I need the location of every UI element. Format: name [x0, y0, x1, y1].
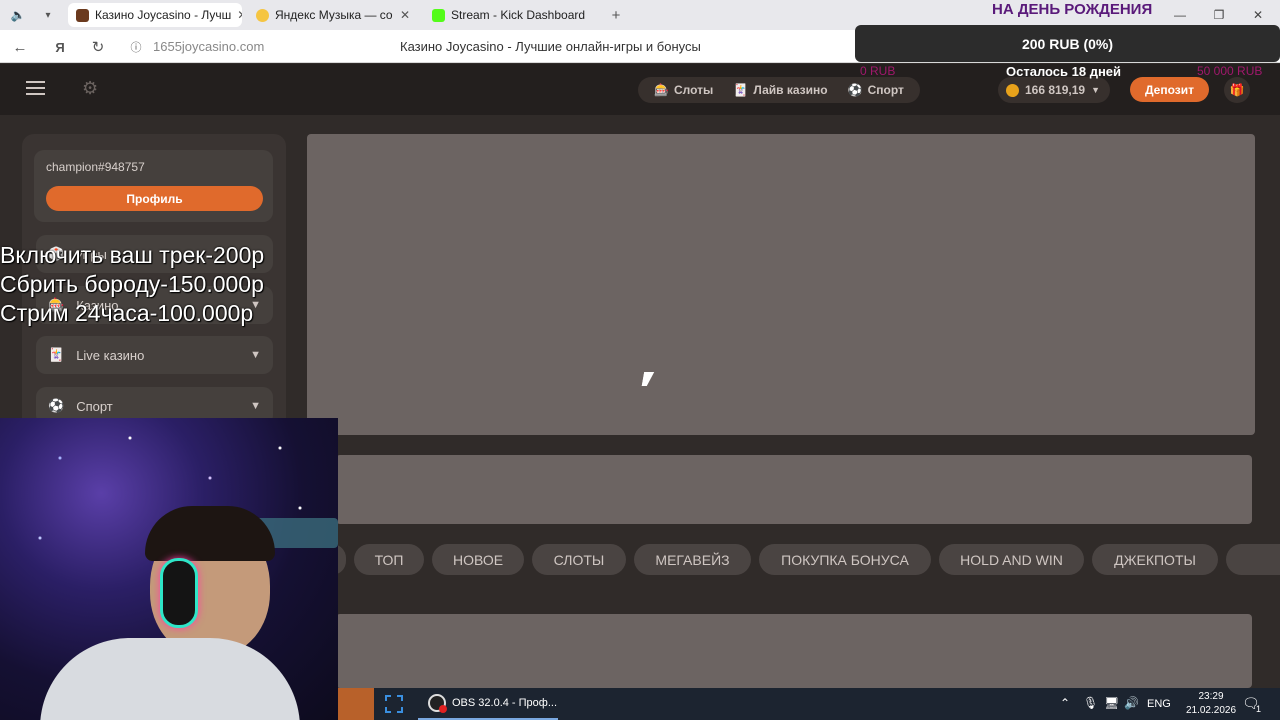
back-icon[interactable]: ←	[10, 37, 30, 57]
category-megaways[interactable]: МЕГАВЕЙЗ	[634, 544, 751, 575]
category-new[interactable]: НОВОЕ	[432, 544, 524, 575]
reload-icon[interactable]: ↻	[88, 37, 108, 57]
overlay-request-1: Включить ваш трек-200р	[0, 242, 265, 268]
donation-goal-bar: 200 RUB (0%)	[855, 25, 1280, 62]
nav-slots[interactable]: 🎰 Слоты	[654, 83, 713, 97]
tab-label: Stream - Kick Dashboard	[451, 8, 586, 22]
category-jackpots[interactable]: ДЖЕКПОТЫ	[1092, 544, 1218, 575]
yandex-music-icon	[256, 8, 269, 22]
games-grid[interactable]	[336, 614, 1252, 688]
category-hold-and-win[interactable]: HOLD AND WIN	[939, 544, 1084, 575]
overlay-request-2: Сбрить бороду-150.000р	[0, 271, 264, 297]
goal-min: 0 RUB	[860, 64, 896, 78]
nav-live-casino[interactable]: 🃏 Лайв казино	[733, 83, 827, 97]
tab-list-chevron-icon[interactable]: ▾	[38, 5, 58, 25]
logo-icon[interactable]: ⚙	[82, 78, 98, 99]
clock-date: 21.02.2026	[1185, 705, 1237, 716]
days-left: Осталось 18 дней	[1006, 64, 1122, 79]
audio-icon[interactable]: 🔈	[8, 5, 28, 25]
network-icon[interactable]: 🖥	[1104, 696, 1119, 710]
tab-label: Яндекс Музыка — со	[275, 8, 393, 22]
menu-icon[interactable]	[26, 81, 45, 95]
balance-selector[interactable]: 166 819,19 ▼	[998, 77, 1110, 103]
obs-icon	[428, 694, 447, 713]
chevron-down-icon: ▼	[1091, 85, 1100, 95]
taskbar-app-partial[interactable]	[338, 688, 374, 720]
tray-chevron-up-icon[interactable]: ⌃	[1060, 696, 1070, 710]
volume-icon[interactable]: 🔊	[1124, 696, 1139, 710]
url-field[interactable]: 1655joycasino.com	[153, 39, 264, 54]
notification-count: 1	[1256, 704, 1262, 714]
profile-card: champion#948757 Профиль	[34, 150, 273, 222]
gift-icon: 🎁	[1229, 83, 1245, 97]
site-info-icon[interactable]: ⓘ	[126, 37, 146, 57]
clock[interactable]: 23:29 21.02.2026	[1181, 690, 1241, 718]
live-casino-icon: 🃏	[733, 83, 749, 97]
balance-value: 166 819,19	[1025, 83, 1086, 97]
kick-icon	[432, 8, 445, 22]
overlay-request-3: Стрим 24часа-100.000р	[0, 300, 254, 326]
page-title: Казино Joycasino - Лучшие онлайн-игры и …	[400, 39, 701, 54]
tab-label: Казино Joycasino - Лучш	[95, 8, 232, 22]
sport-icon: ⚽	[847, 83, 863, 97]
birthday-label: НА ДЕНЬ РОЖДЕНИЯ	[992, 1, 1153, 18]
restore-icon[interactable]: ❐	[1209, 6, 1229, 24]
tab-yandex-music[interactable]: Яндекс Музыка — со ✕	[248, 3, 418, 27]
nav-sport[interactable]: ⚽ Спорт	[848, 83, 904, 97]
yandex-icon[interactable]: Я	[50, 37, 70, 57]
language-indicator[interactable]: ENG	[1147, 698, 1171, 710]
coin-icon	[1006, 83, 1019, 97]
close-tab-icon[interactable]: ✕	[237, 8, 242, 22]
category-slots[interactable]: СЛОТЫ	[532, 544, 626, 575]
taskbar-obs[interactable]: OBS 32.0.4 - Проф...	[418, 688, 558, 720]
headset-icon	[160, 558, 198, 628]
username: champion#948757	[46, 160, 145, 174]
gift-button[interactable]: 🎁	[1224, 77, 1250, 103]
tab-kick[interactable]: Stream - Kick Dashboard	[424, 3, 604, 27]
header-nav: 🎰 Слоты 🃏 Лайв казино ⚽ Спорт	[638, 77, 920, 103]
category-bonus-buy[interactable]: ПОКУПКА БОНУСА	[759, 544, 931, 575]
webcam-feed	[0, 418, 338, 720]
chevron-down-icon: ▼	[250, 349, 261, 361]
joycasino-icon	[76, 8, 89, 22]
profile-button[interactable]: Профиль	[46, 186, 263, 211]
deposit-button[interactable]: Депозит	[1130, 77, 1209, 102]
close-tab-icon[interactable]: ✕	[400, 8, 410, 22]
minimize-icon[interactable]: —	[1170, 6, 1190, 24]
search-area[interactable]	[336, 455, 1252, 524]
microphone-icon[interactable]: 🎙	[1083, 696, 1098, 710]
goal-max: 50 000 RUB	[1197, 64, 1263, 78]
person-hair	[145, 506, 275, 561]
tab-joycasino[interactable]: Казино Joycasino - Лучш ✕	[68, 3, 242, 27]
chevron-down-icon: ▼	[250, 400, 261, 412]
snipping-tool-icon[interactable]	[385, 695, 403, 713]
live-casino-icon: 🃏	[48, 347, 65, 362]
taskbar: OBS 32.0.4 - Проф... ⌃ 🎙 🖥 🔊 ENG 23:29 2…	[338, 688, 1280, 720]
sport-icon: ⚽	[48, 398, 65, 413]
slots-icon: 🎰	[654, 83, 669, 97]
new-tab-icon[interactable]: +	[606, 5, 626, 25]
close-window-icon[interactable]: ✕	[1248, 6, 1268, 24]
category-more[interactable]	[1226, 544, 1280, 575]
sidebar-item-live-casino[interactable]: 🃏 Live казино ▼	[36, 336, 273, 374]
clock-time: 23:29	[1198, 691, 1224, 702]
main-banner[interactable]	[307, 134, 1255, 435]
goal-amount: 200 RUB (0%)	[1021, 35, 1114, 52]
category-top[interactable]: ТОП	[354, 544, 424, 575]
